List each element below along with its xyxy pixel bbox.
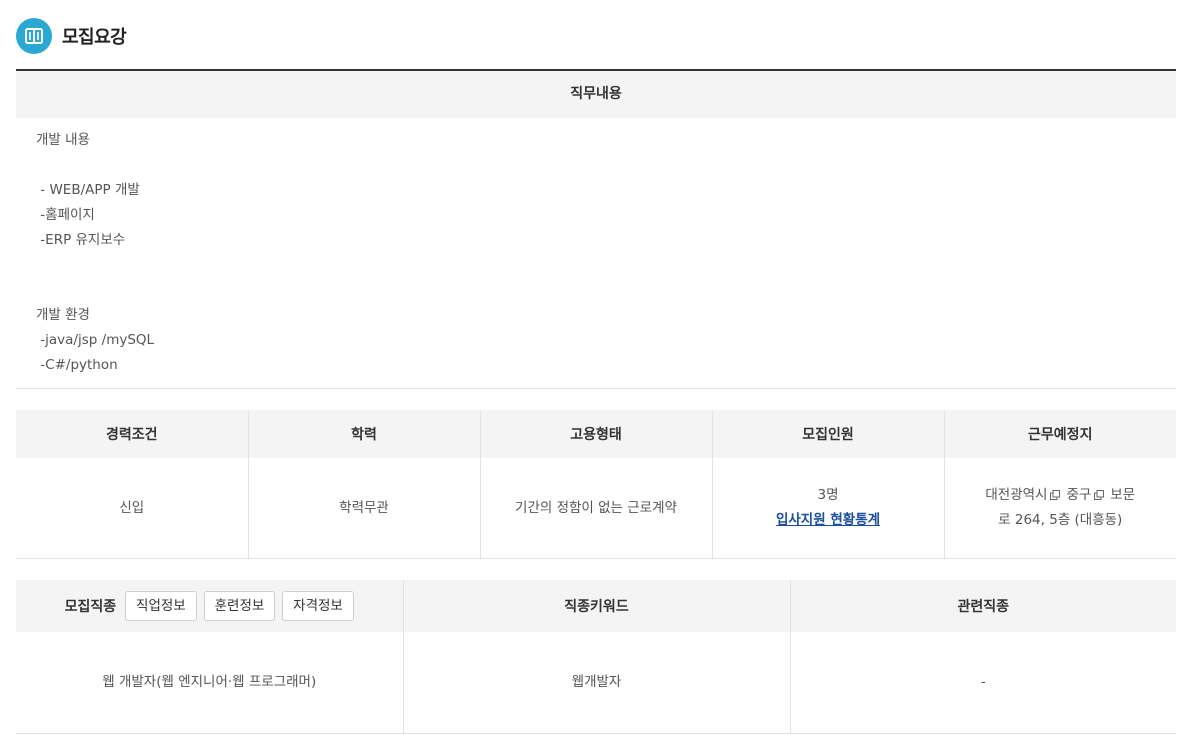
- external-link-icon[interactable]: [1094, 484, 1105, 500]
- description-line: -C#/python: [36, 357, 118, 373]
- description-line: -java/jsp /mySQL: [36, 332, 155, 348]
- location-city: 대전광역시: [985, 487, 1048, 503]
- description-line: - WEB/APP 개발: [36, 182, 140, 198]
- job-content-body: 개발 내용 - WEB/APP 개발 -홈페이지 -ERP 유지보수 개발 환경…: [16, 118, 1176, 389]
- employment-type-value: 기간의 정함이 없는 근로계약: [479, 458, 712, 559]
- job-content-heading: 직무내용: [16, 71, 1176, 118]
- header-experience: 경력조건: [16, 410, 248, 458]
- education-value: 학력무관: [247, 458, 480, 559]
- location-district: 중구: [1066, 487, 1092, 503]
- header-keyword: 직종키워드: [402, 580, 790, 632]
- header-location: 근무예정지: [943, 410, 1176, 458]
- conditions-table: 경력조건 학력 고용형태 모집인원 근무예정지 신입 학력무관 기간의 정함이 …: [16, 410, 1176, 559]
- header-education: 학력: [247, 410, 480, 458]
- description-line: -ERP 유지보수: [36, 232, 126, 248]
- license-info-button[interactable]: 자격정보: [282, 591, 354, 621]
- page-title: 모집요강: [62, 27, 127, 48]
- header-employment-type: 고용형태: [479, 410, 712, 458]
- occupation-value: 웹 개발자(웹 엔지니어·웹 프로그래머): [16, 632, 403, 734]
- headcount-value: 3명: [817, 487, 839, 503]
- occupation-table: 모집직종 직업정보 훈련정보 자격정보 직종키워드 관련직종 웹 개발자(웹 엔…: [16, 580, 1176, 734]
- occupation-label: 모집직종: [64, 599, 117, 615]
- headcount-cell: 3명 입사지원 현황통계: [711, 458, 944, 559]
- external-link-icon[interactable]: [1050, 484, 1061, 500]
- section-header: 모집요강: [16, 17, 127, 55]
- recruitment-page: 모집요강 직무내용 개발 내용 - WEB/APP 개발 -홈페이지 -ERP …: [0, 0, 1190, 747]
- header-occupation: 모집직종 직업정보 훈련정보 자격정보: [16, 580, 403, 632]
- experience-value: 신입: [16, 458, 248, 559]
- description-line: -홈페이지: [36, 207, 95, 223]
- description-line: 개발 환경: [36, 307, 90, 323]
- description-line: [36, 278, 154, 303]
- related-value: -: [789, 632, 1176, 734]
- description-line: [36, 253, 154, 278]
- job-info-button[interactable]: 직업정보: [125, 591, 197, 621]
- book-icon: [16, 18, 52, 54]
- description-line: [36, 153, 154, 178]
- application-stats-link[interactable]: 입사지원 현황통계: [776, 512, 880, 528]
- job-description: 개발 내용 - WEB/APP 개발 -홈페이지 -ERP 유지보수 개발 환경…: [36, 128, 154, 378]
- header-related: 관련직종: [789, 580, 1176, 632]
- location-address: 로 264, 5층 (대흥동): [998, 512, 1123, 528]
- keyword-value: 웹개발자: [402, 632, 790, 734]
- location-street: 보문: [1110, 487, 1136, 503]
- description-line: 개발 내용: [36, 132, 90, 148]
- header-headcount: 모집인원: [711, 410, 944, 458]
- training-info-button[interactable]: 훈련정보: [203, 591, 276, 621]
- location-cell: 대전광역시 중구 보문 로 264, 5층 (대흥동): [943, 458, 1176, 559]
